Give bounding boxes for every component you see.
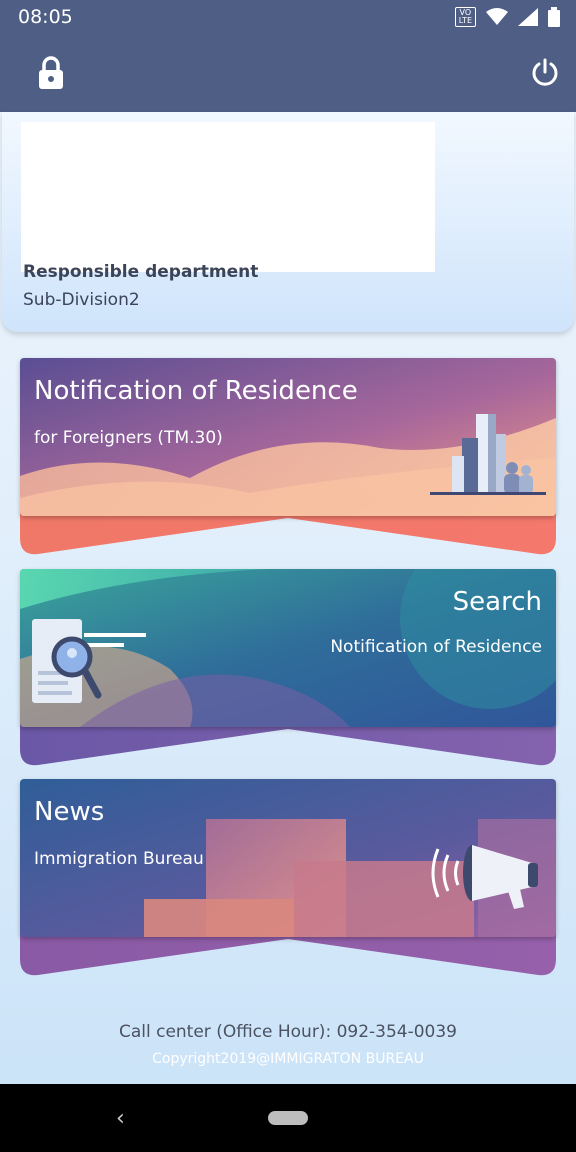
document-search-icon [32,619,146,703]
card-title: Notification of Residence [34,376,358,406]
back-icon[interactable]: ‹ [116,1106,125,1131]
copyright-text: Copyright2019@IMMIGRATON BUREAU [152,1051,424,1067]
card-subtitle: Immigration Bureau [34,849,204,869]
status-bar: 08:05 VO LTE [0,0,576,34]
call-center-text: Call center (Office Hour): 092-354-0039 [118,1022,458,1042]
profile-card: Responsible department Sub-Division2 [2,112,574,332]
department-value: Sub-Division2 [23,290,140,310]
status-time: 08:05 [18,6,73,28]
wifi-icon [486,8,508,25]
battery-icon [548,7,560,27]
system-navigation-bar: ‹ [0,1084,576,1152]
megaphone-icon [431,845,538,909]
department-label: Responsible department [23,262,259,282]
card-subtitle: for Foreigners (TM.30) [34,428,223,448]
city-buildings-icon [430,414,546,495]
card-subtitle: Notification of Residence [330,637,542,657]
lock-icon[interactable] [36,56,66,90]
home-pill-icon[interactable] [268,1111,308,1125]
signal-icon [518,8,538,26]
card-body: Search Notification of Residence [20,569,556,727]
card-title: Search [452,587,542,617]
search-notification-card[interactable]: Search Notification of Residence [20,569,556,767]
status-icons: VO LTE [454,6,560,28]
news-card[interactable]: News Immigration Bureau [20,779,556,977]
profile-photo [21,122,435,272]
power-icon[interactable] [530,58,560,88]
card-title: News [34,797,105,827]
app-bar [0,34,576,112]
tm30-notification-card[interactable]: Notification of Residence for Foreigners… [20,358,556,556]
card-body: News Immigration Bureau [20,779,556,937]
card-body: Notification of Residence for Foreigners… [20,358,556,516]
volte-icon: VO LTE [454,7,476,27]
